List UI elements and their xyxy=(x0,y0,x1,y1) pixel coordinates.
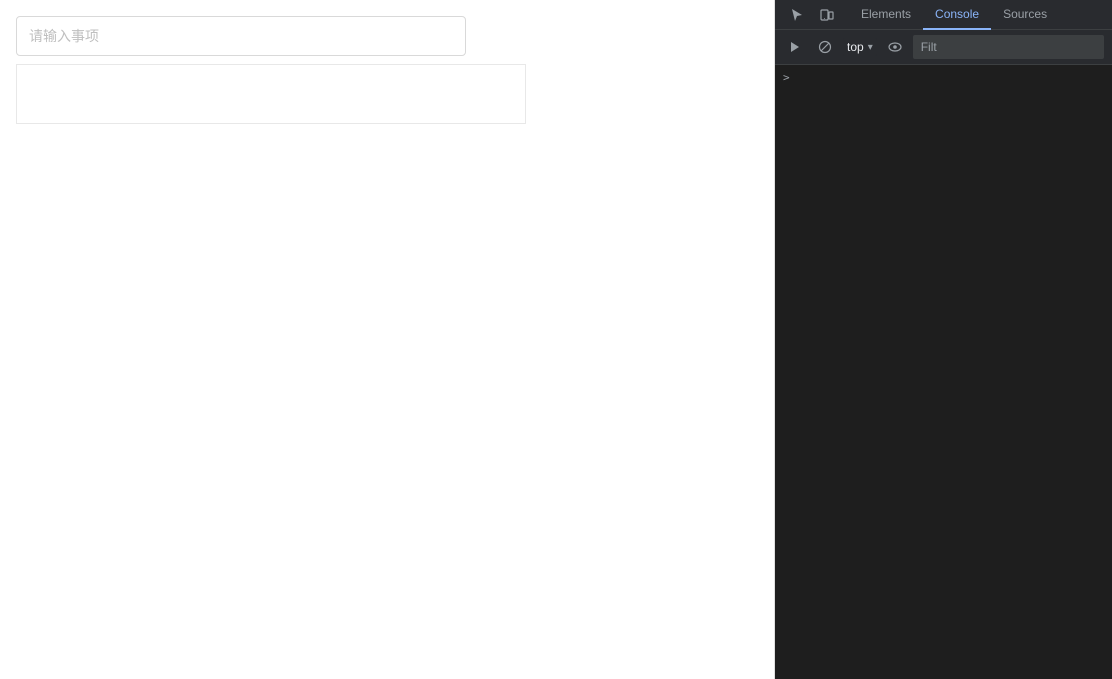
todo-input[interactable] xyxy=(29,28,453,44)
console-prompt-arrow: > xyxy=(783,71,790,84)
devtools-tabs: Elements Console Sources xyxy=(849,0,1112,30)
devtools-panel: Elements Console Sources top ▾ xyxy=(775,0,1112,679)
main-panel xyxy=(0,0,775,679)
devtools-secondary-toolbar: top ▾ Filt xyxy=(775,30,1112,65)
console-prompt-line[interactable]: > xyxy=(775,69,1112,86)
devtools-console-area: > xyxy=(775,65,1112,679)
tab-elements[interactable]: Elements xyxy=(849,0,923,30)
todo-list-box xyxy=(16,64,526,124)
device-toolbar-button[interactable] xyxy=(813,3,841,27)
tab-sources[interactable]: Sources xyxy=(991,0,1059,30)
filter-input[interactable]: Filt xyxy=(913,35,1104,59)
main-content xyxy=(0,0,774,140)
devtools-icon-group xyxy=(775,3,849,27)
filter-placeholder: Filt xyxy=(921,40,937,54)
inspect-element-button[interactable] xyxy=(783,3,811,27)
devtools-top-toolbar: Elements Console Sources xyxy=(775,0,1112,30)
run-script-button[interactable] xyxy=(783,35,807,59)
chevron-down-icon: ▾ xyxy=(868,42,873,53)
block-requests-button[interactable] xyxy=(813,35,837,59)
custom-formatters-button[interactable] xyxy=(883,35,907,59)
context-selector[interactable]: top ▾ xyxy=(843,38,877,56)
todo-input-wrapper[interactable] xyxy=(16,16,466,56)
context-label: top xyxy=(847,40,864,54)
tab-console[interactable]: Console xyxy=(923,0,991,30)
